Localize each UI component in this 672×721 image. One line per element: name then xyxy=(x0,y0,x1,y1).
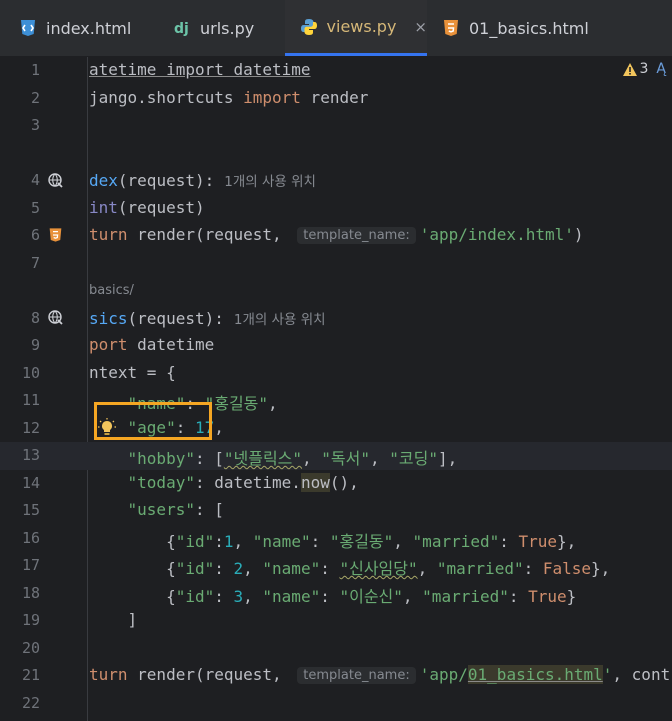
code-line-15: 15 "users": [ xyxy=(0,497,672,525)
line-number: 18 xyxy=(21,583,40,602)
svg-text:dj: dj xyxy=(174,21,189,37)
code-line-19: 19 ] xyxy=(0,607,672,635)
url-inlay: basics/ xyxy=(0,277,672,305)
code-editor[interactable]: 1 atetime import datetime 3 Ą 2 jango.sh… xyxy=(0,57,672,721)
tab-label: 01_basics.html xyxy=(469,18,589,38)
code-line-22: 22 xyxy=(0,690,672,718)
line-number: 19 xyxy=(21,611,40,629)
tab-label: index.html xyxy=(46,18,132,38)
html5-icon xyxy=(441,18,461,38)
code-line-4: 4 dex(request): 1개의 사용 위치 xyxy=(0,167,672,195)
line-number: 16 xyxy=(21,528,40,547)
code-line-14: 14 "today": datetime.now(), xyxy=(0,470,672,498)
line-number: 3 xyxy=(30,116,40,134)
code-line-13: 13 "hobby": ["넷플릭스", "독서", "코딩"], xyxy=(0,442,672,470)
line-number: 17 xyxy=(21,556,40,574)
code-line-9: 9 port datetime xyxy=(0,332,672,360)
code-line-20: 20 xyxy=(0,635,672,663)
line-number: 12 xyxy=(21,418,40,437)
tab-label: urls.py xyxy=(200,18,255,38)
code-line-17: 17 {"id": 2, "name": "신사임당", "married": … xyxy=(0,552,672,580)
line-number: 1 xyxy=(30,61,40,79)
code-line-12: 12 "age": 17, xyxy=(0,415,672,443)
warnings-indicator[interactable]: 3 Ą xyxy=(622,61,666,77)
line-number: 8 xyxy=(30,308,40,327)
html-file-icon xyxy=(18,18,38,38)
line-number: 11 xyxy=(21,391,40,409)
parameter-hint: template_name: xyxy=(297,227,416,244)
code-line-16: 16 {"id":1, "name": "홍길동", "married": Tr… xyxy=(0,525,672,553)
code-line-3: 3 xyxy=(0,112,672,140)
line-number: 2 xyxy=(30,88,40,107)
lightbulb-icon[interactable] xyxy=(98,417,116,442)
code-line-11: 11 "name": "홍길동", xyxy=(0,387,672,415)
line-number: 6 xyxy=(30,226,40,244)
code-line-5: 5 int(request) xyxy=(0,195,672,223)
line-number: 14 xyxy=(21,473,40,492)
code-line-8: 8 sics(request): 1개의 사용 위치 xyxy=(0,305,672,333)
code-line-18: 18 {"id": 3, "name": "이순신", "married": T… xyxy=(0,580,672,608)
line-number: 10 xyxy=(21,363,40,382)
code-line-10: 10 ntext = { xyxy=(0,360,672,388)
warning-trailing: Ą xyxy=(656,61,666,77)
line-number: 4 xyxy=(30,171,40,189)
editor-tab-bar: index.html dj urls.py views.py × 01_basi… xyxy=(0,0,672,57)
warning-icon xyxy=(622,62,637,76)
tab-urls-py[interactable]: dj urls.py xyxy=(172,0,282,56)
line-number: 5 xyxy=(30,198,40,217)
code-line-6: 6 turn render(request, template_name:'ap… xyxy=(0,222,672,250)
python-icon xyxy=(299,17,319,37)
usage-hint[interactable]: 1개의 사용 위치 xyxy=(224,174,316,190)
line-number: 9 xyxy=(30,336,40,354)
code-line-1: 1 atetime import datetime 3 Ą xyxy=(0,57,672,85)
line-number: 13 xyxy=(21,446,40,464)
line-number: 15 xyxy=(21,501,40,519)
tab-views-py[interactable]: views.py × xyxy=(285,0,427,56)
warning-count: 3 xyxy=(639,61,649,77)
line-number: 7 xyxy=(30,253,40,272)
line-number: 21 xyxy=(21,666,40,684)
line-number: 20 xyxy=(21,638,40,657)
parameter-hint: template_name: xyxy=(297,667,416,684)
url-globe-icon[interactable] xyxy=(46,309,64,327)
code-line-2: 2 jango.shortcuts import render xyxy=(0,85,672,113)
tab-01-basics-html[interactable]: 01_basics.html xyxy=(441,0,601,56)
close-tab-icon[interactable]: × xyxy=(414,18,427,36)
code-line-7: 7 xyxy=(0,250,672,278)
tab-label: views.py xyxy=(326,17,397,36)
line-number: 22 xyxy=(21,693,40,712)
html5-template-icon[interactable] xyxy=(46,226,64,244)
code-line-21: 21 turn render(request, template_name:'a… xyxy=(0,662,672,690)
url-globe-icon[interactable] xyxy=(46,171,64,189)
tab-index-html[interactable]: index.html xyxy=(18,0,158,56)
url-path-hint: basics/ xyxy=(89,283,134,298)
django-icon: dj xyxy=(172,18,192,38)
import-statement: atetime import datetime xyxy=(89,60,311,79)
usage-hint[interactable]: 1개의 사용 위치 xyxy=(234,312,326,328)
